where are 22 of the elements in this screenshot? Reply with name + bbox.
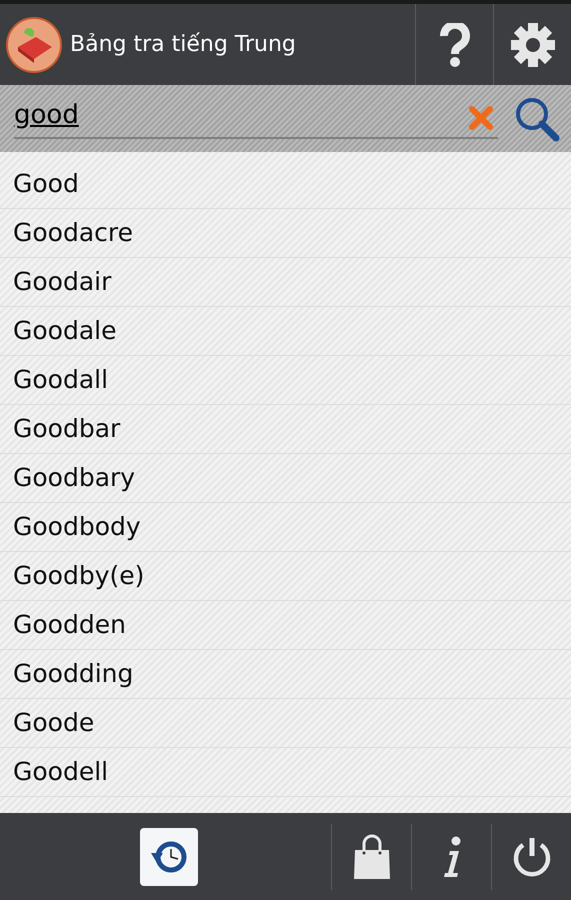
history-button[interactable] [140,828,198,886]
result-item[interactable]: Goodbody [13,508,141,546]
result-item[interactable]: Goodby(e) [13,557,144,595]
result-item[interactable]: Goodding [13,655,134,693]
search-bar[interactable]: good [0,85,571,152]
result-item[interactable]: Goodale [13,312,116,350]
result-item[interactable]: Goodbar [13,410,120,448]
result-item[interactable]: Goode [13,704,94,742]
search-field[interactable]: good [14,96,468,134]
help-icon[interactable] [438,22,472,66]
result-item[interactable]: Goodall [13,361,108,399]
search-icon[interactable] [514,96,560,142]
settings-icon[interactable] [510,22,556,68]
result-item[interactable]: Goodair [13,263,112,301]
result-item[interactable]: Goodacre [13,214,134,252]
app-title: Bảng tra tiếng Trung [70,31,297,59]
result-item[interactable]: Goodbary [13,459,136,497]
result-item[interactable]: Goodden [13,606,126,644]
result-item[interactable]: Goodell [13,753,108,791]
app-logo [6,16,62,72]
shopping-bag-icon[interactable] [352,834,392,880]
result-item[interactable]: Good [13,165,79,203]
